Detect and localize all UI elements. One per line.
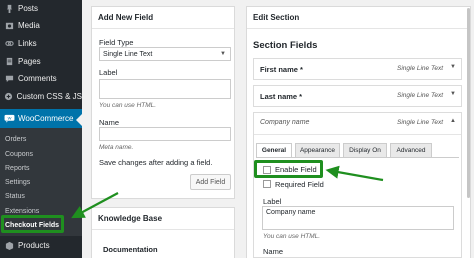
arrow-to-enable-field (325, 165, 384, 182)
arrow-to-checkout-fields (71, 192, 119, 219)
annotation-arrows (71, 165, 384, 219)
